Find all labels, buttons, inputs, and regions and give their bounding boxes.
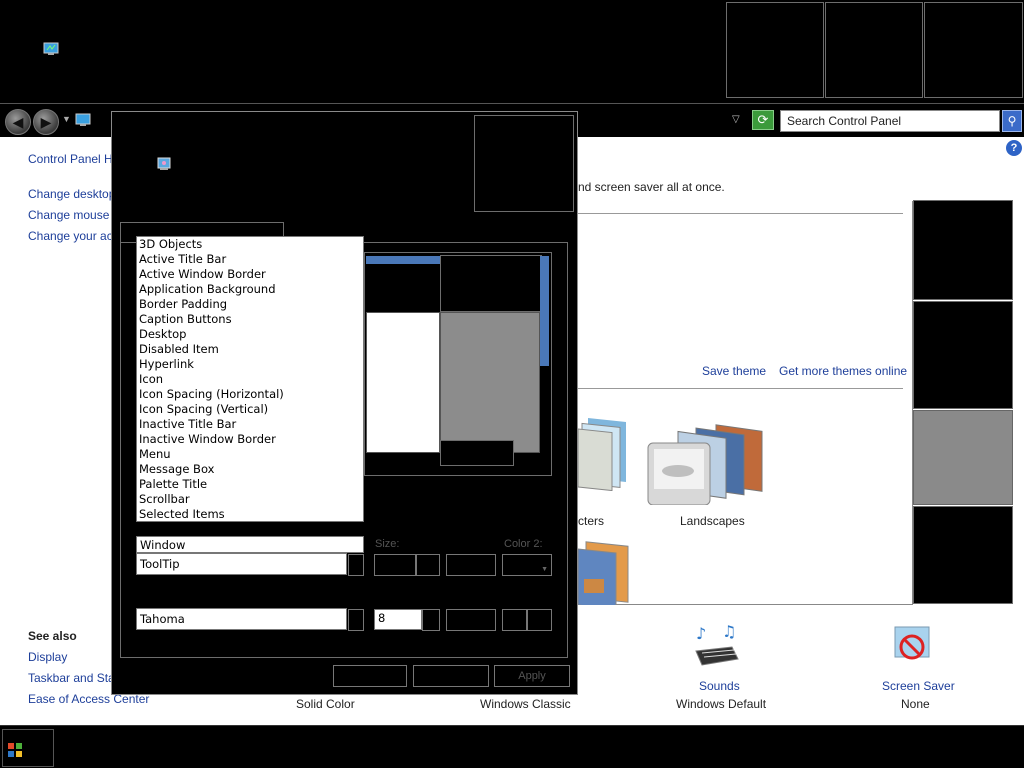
font-select[interactable]: Tahoma: [136, 608, 347, 630]
italic-button[interactable]: [527, 609, 552, 631]
color1-button[interactable]: [446, 554, 496, 576]
maximize-button[interactable]: [825, 2, 923, 98]
screen-saver-icon[interactable]: [889, 623, 935, 669]
item-list[interactable]: 3D Objects Active Title Bar Active Window …: [136, 236, 364, 522]
item-list-entry[interactable]: Message Box: [137, 462, 363, 477]
item-list-entry[interactable]: Application Background: [137, 282, 363, 297]
item-list-entry[interactable]: Border Padding: [137, 297, 363, 312]
item-list-entry[interactable]: Hyperlink: [137, 357, 363, 372]
item-list-entry[interactable]: Caption Buttons: [137, 312, 363, 327]
item-size-field[interactable]: [374, 554, 416, 576]
sounds-value: Windows Default: [676, 697, 767, 711]
screen-saver-value: None: [901, 697, 930, 711]
svg-text:♪: ♪: [696, 624, 706, 643]
taskbar: [0, 725, 1024, 768]
preview-scrollbar: [540, 256, 549, 366]
right-panel-block: [913, 200, 1013, 300]
see-also-heading: See also: [28, 629, 77, 643]
dialog-icon: [156, 156, 172, 172]
theme-thumbnail-scenes[interactable]: [577, 539, 630, 610]
item-list-entry[interactable]: Desktop: [137, 327, 363, 342]
task-link-desktop[interactable]: Change desktop i: [28, 187, 121, 201]
help-icon[interactable]: ?: [1006, 140, 1022, 156]
start-button[interactable]: [2, 729, 54, 767]
theme-label-characters: cters: [578, 514, 605, 528]
windows-logo-icon: [8, 743, 22, 757]
apply-button[interactable]: Apply: [494, 665, 570, 687]
recent-pages-icon[interactable]: ▼: [62, 114, 71, 124]
see-also-display[interactable]: Display: [28, 650, 67, 664]
bold-button[interactable]: [502, 609, 527, 631]
preview-message-box-button: [440, 440, 514, 466]
window-color-value[interactable]: Windows Classic: [480, 697, 571, 711]
theme-thumbnail-characters[interactable]: [577, 413, 630, 492]
top-window-icon: [43, 41, 59, 57]
search-icon[interactable]: ⚲: [1002, 110, 1022, 132]
item-list-entry[interactable]: 3D Objects: [137, 237, 363, 252]
item-list-entry[interactable]: Inactive Title Bar: [137, 417, 363, 432]
back-button[interactable]: ◀: [5, 109, 31, 135]
item-list-entry[interactable]: Disabled Item: [137, 342, 363, 357]
preview-message-box: [440, 255, 542, 312]
cancel-button[interactable]: [413, 665, 489, 687]
close-button[interactable]: [924, 2, 1023, 98]
item-list-entry[interactable]: Active Window Border: [137, 267, 363, 282]
item-size-stepper[interactable]: [416, 554, 440, 576]
font-color-button[interactable]: [446, 609, 496, 631]
sounds-link[interactable]: Sounds: [699, 679, 740, 693]
size-label: Size:: [375, 538, 400, 550]
sounds-icon[interactable]: ♪ ♫: [692, 622, 742, 669]
preview-active-title: [366, 256, 440, 264]
desktop-background-value[interactable]: Solid Color: [296, 697, 355, 711]
task-link-account[interactable]: Change your acc: [28, 229, 119, 243]
color2-dropdown-icon: ▼: [541, 566, 548, 573]
item-list-entry[interactable]: Menu: [137, 447, 363, 462]
color2-label: Color 2:: [504, 538, 543, 550]
item-select-arrow[interactable]: [348, 554, 364, 576]
item-list-entry[interactable]: Inactive Window Border: [137, 432, 363, 447]
font-size-dropdown[interactable]: [422, 609, 440, 631]
item-list-entry[interactable]: Scrollbar: [137, 492, 363, 507]
control-panel-icon: [75, 112, 91, 128]
item-field[interactable]: Window: [136, 536, 364, 553]
right-panel-block: [913, 301, 1013, 409]
color2-button[interactable]: ▼: [502, 554, 552, 576]
ok-button[interactable]: [333, 665, 407, 687]
item-list-entry[interactable]: Active Title Bar: [137, 252, 363, 267]
item-list-entry[interactable]: Palette Title: [137, 477, 363, 492]
item-list-entry[interactable]: Icon: [137, 372, 363, 387]
preview-scroll-area: [440, 312, 540, 453]
item-list-entry[interactable]: Icon Spacing (Horizontal): [137, 387, 363, 402]
svg-text:♫: ♫: [722, 623, 736, 641]
item-select[interactable]: ToolTip: [136, 553, 347, 575]
screen-saver-link[interactable]: Screen Saver: [882, 679, 955, 693]
refresh-icon[interactable]: ⟳: [752, 110, 774, 130]
item-list-entry[interactable]: Selected Items: [137, 507, 363, 522]
preview-window-body: [366, 312, 440, 453]
address-dropdown-icon[interactable]: ▽: [732, 114, 740, 125]
dialog-close-button[interactable]: [474, 115, 574, 212]
right-panel-block: [913, 506, 1013, 604]
right-panel-block: [913, 410, 1013, 505]
theme-thumbnail-landscapes[interactable]: [646, 413, 766, 506]
minimize-button[interactable]: [726, 2, 824, 98]
page-description: nd screen saver all at once.: [578, 180, 725, 194]
forward-button[interactable]: ▶: [33, 109, 59, 135]
item-list-entry[interactable]: Icon Spacing (Vertical): [137, 402, 363, 417]
control-panel-home-link[interactable]: Control Panel Hor: [28, 152, 123, 166]
search-input[interactable]: Search Control Panel: [780, 110, 1000, 132]
font-size-field[interactable]: 8: [374, 609, 422, 630]
see-also-taskbar[interactable]: Taskbar and Star: [28, 671, 119, 685]
theme-label-landscapes: Landscapes: [680, 514, 745, 528]
font-select-arrow[interactable]: [348, 609, 364, 631]
